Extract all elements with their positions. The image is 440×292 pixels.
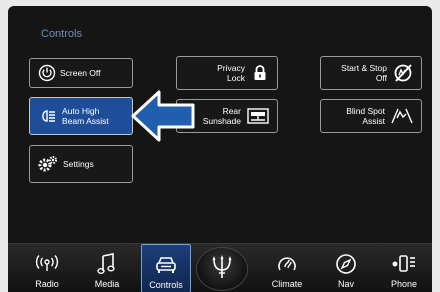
privacy-lock-label-line2: Lock [227, 73, 245, 83]
auto-high-beam-label: Auto High Beam Assist [62, 106, 109, 126]
lock-icon [253, 65, 267, 81]
blind-spot-icon [391, 108, 413, 124]
screen-off-button[interactable]: Screen Off [29, 58, 133, 88]
nav-nav[interactable]: Nav [321, 244, 371, 292]
nav-nav-label: Nav [337, 279, 354, 289]
radio-icon [35, 250, 59, 278]
nav-phone-label: Phone [390, 279, 418, 289]
nav-radio-label: Radio [35, 279, 59, 289]
power-icon [38, 64, 56, 82]
nav-climate-label: Climate [271, 279, 303, 289]
phone-icon [391, 250, 417, 278]
blind-spot-label-line1: Blind Spot [346, 106, 385, 116]
headlight-icon [38, 109, 56, 123]
privacy-lock-button[interactable]: Privacy Lock [176, 56, 278, 90]
music-note-icon [97, 250, 117, 278]
nav-controls-label: Controls [149, 280, 183, 290]
blind-spot-label-line2: Assist [362, 116, 385, 126]
home-button[interactable] [196, 247, 248, 291]
head-unit-screen: Controls Screen Off Auto High Beam Assis… [8, 6, 432, 292]
blind-spot-assist-button[interactable]: Blind Spot Assist [320, 99, 422, 133]
start-stop-label: Start & Stop Off [341, 63, 387, 83]
privacy-lock-label-line1: Privacy [217, 63, 245, 73]
car-icon [154, 251, 178, 279]
start-stop-label-line2: Off [375, 73, 387, 83]
auto-high-beam-label-line2: Beam Assist [62, 116, 109, 126]
nav-phone[interactable]: Phone [379, 244, 429, 292]
auto-high-beam-label-line1: Auto High [62, 106, 100, 116]
callout-arrow [131, 90, 195, 142]
trident-logo-icon [211, 254, 233, 285]
climate-icon [276, 250, 298, 278]
blind-spot-label: Blind Spot Assist [346, 106, 385, 126]
gears-icon [38, 155, 58, 173]
rear-sunshade-label: Rear Sunshade [203, 106, 241, 126]
nav-climate[interactable]: Climate [262, 244, 312, 292]
compass-icon [335, 250, 357, 278]
start-stop-icon [393, 63, 413, 83]
screen-off-label: Screen Off [60, 68, 101, 78]
sunshade-icon [247, 108, 269, 124]
start-stop-label-line1: Start & Stop [341, 63, 387, 73]
nav-media[interactable]: Media [82, 244, 132, 292]
nav-media-label: Media [94, 279, 120, 289]
rear-sunshade-label-line2: Sunshade [202, 116, 241, 126]
nav-radio[interactable]: Radio [22, 244, 72, 292]
start-stop-off-button[interactable]: Start & Stop Off [320, 56, 422, 90]
settings-button[interactable]: Settings [29, 145, 133, 183]
privacy-lock-label: Privacy Lock [217, 63, 245, 83]
rear-sunshade-label-line1: Rear [222, 106, 241, 116]
nav-controls[interactable]: Controls [141, 244, 191, 292]
page-title: Controls [41, 28, 82, 40]
settings-label: Settings [63, 159, 94, 169]
auto-high-beam-assist-button[interactable]: Auto High Beam Assist [29, 97, 133, 135]
